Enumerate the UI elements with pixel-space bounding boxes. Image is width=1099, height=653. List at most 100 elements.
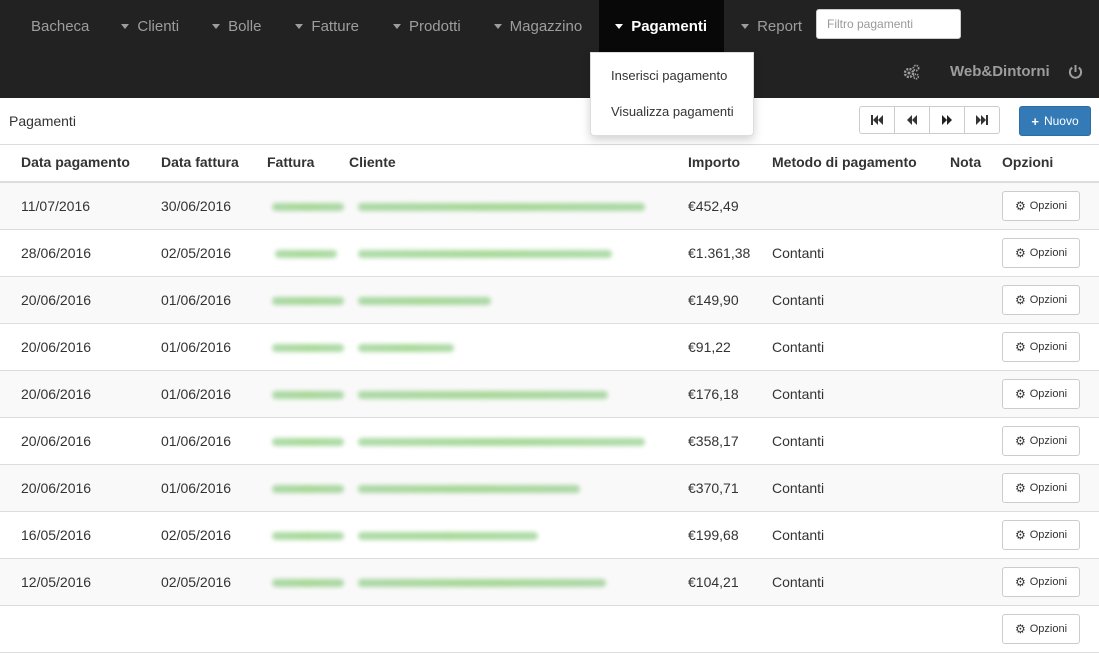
next-page-button[interactable] — [929, 106, 965, 134]
redacted-invoice[interactable] — [272, 391, 344, 399]
column-header-importo[interactable]: Importo — [688, 154, 740, 170]
power-icon[interactable] — [1068, 64, 1083, 85]
cell-importo: €176,18 — [688, 386, 739, 402]
caret-down-icon — [615, 23, 624, 29]
nav-item-label: Pagamenti — [631, 17, 708, 35]
brand-name[interactable]: Web&Dintorni — [950, 63, 1050, 80]
gear-icon: ⚙ — [1014, 434, 1026, 448]
nav-item-report[interactable]: Report — [724, 0, 819, 52]
row-options-button[interactable]: ⚙ Opzioni — [1002, 332, 1080, 362]
row-options-button[interactable]: ⚙ Opzioni — [1002, 473, 1080, 503]
cell-data-fattura: 01/06/2016 — [161, 433, 232, 449]
redacted-client[interactable] — [358, 438, 645, 446]
nav-item-fatture[interactable]: Fatture — [278, 0, 376, 52]
redacted-client[interactable] — [358, 344, 454, 352]
table-row: 28/06/2016 02/05/2016 €1.361,38 Contanti… — [0, 230, 1099, 277]
column-header-nota[interactable]: Nota — [950, 154, 981, 170]
pagination — [859, 106, 1000, 134]
row-options-button[interactable]: ⚙ Opzioni — [1002, 520, 1080, 550]
redacted-invoice[interactable] — [272, 438, 344, 446]
row-options-button[interactable]: ⚙ Opzioni — [1002, 567, 1080, 597]
cell-data-pagamento: 12/05/2016 — [21, 574, 92, 590]
redacted-invoice[interactable] — [272, 297, 344, 305]
column-header-data-fattura[interactable]: Data fattura — [161, 154, 239, 170]
row-options-button[interactable]: ⚙ Opzioni — [1002, 191, 1080, 221]
row-options-button[interactable]: ⚙ Opzioni — [1002, 426, 1080, 456]
redacted-invoice[interactable] — [272, 579, 344, 587]
nav-item-pagamenti[interactable]: Pagamenti — [599, 0, 725, 52]
gear-icon: ⚙ — [1014, 528, 1026, 542]
gear-icon: ⚙ — [1014, 246, 1026, 260]
redacted-client[interactable] — [358, 250, 612, 258]
plus-icon: + — [1031, 113, 1039, 129]
nav-item-label: Clienti — [137, 17, 180, 35]
table-row: 20/06/2016 01/06/2016 €370,71 Contanti ⚙… — [0, 465, 1099, 512]
nav-item-magazzino[interactable]: Magazzino — [478, 0, 600, 52]
cell-data-pagamento: 20/06/2016 — [21, 480, 92, 496]
new-button-label: Nuovo — [1043, 114, 1079, 128]
options-label: Opzioni — [1029, 623, 1068, 635]
nav-item-bacheca[interactable]: Bacheca — [0, 0, 113, 52]
redacted-invoice[interactable] — [272, 344, 344, 352]
options-label: Opzioni — [1029, 482, 1068, 494]
first-page-button[interactable] — [859, 106, 895, 134]
panel-header: Pagamenti + Nuovo — [0, 98, 1099, 145]
nav-item-bolle[interactable]: Bolle — [196, 0, 278, 52]
new-payment-button[interactable]: + Nuovo — [1019, 106, 1091, 136]
row-options-button[interactable]: ⚙ Opzioni — [1002, 238, 1080, 268]
redacted-invoice[interactable] — [272, 485, 344, 493]
next-page-icon — [942, 115, 952, 125]
previous-page-icon — [907, 115, 917, 125]
cell-metodo: Contanti — [772, 433, 825, 449]
first-page-icon — [871, 115, 883, 125]
table-row: 12/05/2016 02/05/2016 €104,21 Contanti ⚙… — [0, 559, 1099, 606]
options-label: Opzioni — [1029, 435, 1068, 447]
cell-metodo: Contanti — [772, 292, 825, 308]
cell-data-pagamento: 20/06/2016 — [21, 292, 92, 308]
last-page-button[interactable] — [964, 106, 1000, 134]
redacted-invoice[interactable] — [272, 532, 344, 540]
cell-data-fattura: 01/06/2016 — [161, 386, 232, 402]
redacted-client[interactable] — [358, 203, 645, 211]
column-header-metodo[interactable]: Metodo di pagamento — [772, 154, 917, 170]
gear-icon: ⚙ — [1014, 575, 1026, 589]
redacted-client[interactable] — [358, 297, 491, 305]
redacted-invoice[interactable] — [275, 250, 337, 258]
cell-data-fattura: 02/05/2016 — [161, 527, 232, 543]
column-header-data-pagamento[interactable]: Data pagamento — [21, 154, 130, 170]
cell-metodo: Contanti — [772, 245, 825, 261]
options-label: Opzioni — [1029, 247, 1068, 259]
column-header-opzioni: Opzioni — [1002, 154, 1054, 170]
cell-data-fattura: 02/05/2016 — [161, 574, 232, 590]
options-label: Opzioni — [1029, 576, 1068, 588]
gears-icon[interactable] — [903, 64, 920, 85]
row-options-button[interactable]: ⚙ Opzioni — [1002, 614, 1080, 644]
column-header-fattura[interactable]: Fattura — [267, 154, 314, 170]
cell-data-fattura: 02/05/2016 — [161, 245, 232, 261]
redacted-client[interactable] — [358, 532, 538, 540]
redacted-client[interactable] — [358, 485, 580, 493]
filter-payments-input[interactable] — [816, 9, 961, 39]
redacted-invoice[interactable] — [272, 203, 344, 211]
nav-item-label: Bolle — [228, 17, 262, 35]
nav-item-label: Prodotti — [408, 17, 461, 35]
column-header-cliente[interactable]: Cliente — [349, 154, 396, 170]
cell-data-fattura: 30/06/2016 — [161, 198, 232, 214]
cell-metodo: Contanti — [772, 480, 825, 496]
row-options-button[interactable]: ⚙ Opzioni — [1002, 285, 1080, 315]
options-label: Opzioni — [1029, 341, 1068, 353]
cell-data-fattura: 01/06/2016 — [161, 292, 232, 308]
redacted-client[interactable] — [358, 579, 606, 587]
previous-page-button[interactable] — [894, 106, 930, 134]
menu-item-visualizza-pagamenti[interactable]: Visualizza pagamenti — [611, 104, 734, 119]
gear-icon: ⚙ — [1014, 340, 1026, 354]
cell-data-pagamento: 16/05/2016 — [21, 527, 92, 543]
cell-data-fattura: 01/06/2016 — [161, 339, 232, 355]
redacted-client[interactable] — [358, 391, 608, 399]
menu-item-inserisci-pagamento[interactable]: Inserisci pagamento — [611, 68, 727, 83]
nav-item-label: Bacheca — [31, 17, 90, 35]
nav-item-label: Magazzino — [509, 17, 583, 35]
nav-item-prodotti[interactable]: Prodotti — [376, 0, 478, 52]
row-options-button[interactable]: ⚙ Opzioni — [1002, 379, 1080, 409]
nav-item-clienti[interactable]: Clienti — [113, 0, 196, 52]
